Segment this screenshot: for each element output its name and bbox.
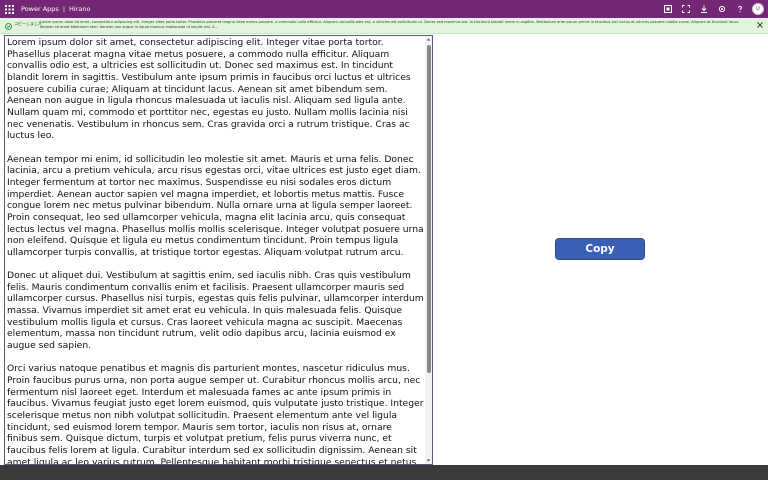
notification-label: コピーしました — [14, 21, 42, 26]
scroll-down-arrow-icon[interactable] — [425, 457, 432, 464]
checkmark-circle-icon — [2, 18, 14, 34]
fit-screen-icon[interactable] — [677, 0, 695, 18]
scrollbar-thumb[interactable] — [426, 45, 431, 373]
success-notification: コピーしました Lorem ipsum dolor sit amet, cons… — [0, 18, 768, 34]
scroll-up-arrow-icon[interactable] — [425, 36, 432, 43]
microsoft-app-icon[interactable] — [659, 0, 677, 18]
help-icon[interactable] — [731, 0, 749, 18]
title-separator: | — [62, 5, 66, 13]
app-header: Power Apps | Hirano U — [0, 0, 768, 18]
copy-button[interactable]: Copy — [555, 238, 645, 260]
download-icon[interactable] — [695, 0, 713, 18]
header-actions: U — [659, 0, 768, 18]
bottom-bar — [0, 465, 768, 480]
waffle-icon[interactable] — [0, 0, 18, 18]
text-input-box[interactable]: Lorem ipsum dolor sit amet, consectetur … — [4, 35, 433, 465]
app-title: Power Apps — [21, 5, 59, 13]
environment-name: Hirano — [69, 5, 91, 13]
close-icon[interactable] — [756, 21, 764, 29]
vertical-scrollbar[interactable] — [425, 36, 432, 464]
user-avatar[interactable]: U — [752, 3, 764, 15]
notification-message: Lorem ipsum dolor sit amet, consectetur … — [40, 20, 740, 29]
settings-icon[interactable] — [713, 0, 731, 18]
text-input-content[interactable]: Lorem ipsum dolor sit amet, consectetur … — [7, 37, 425, 464]
